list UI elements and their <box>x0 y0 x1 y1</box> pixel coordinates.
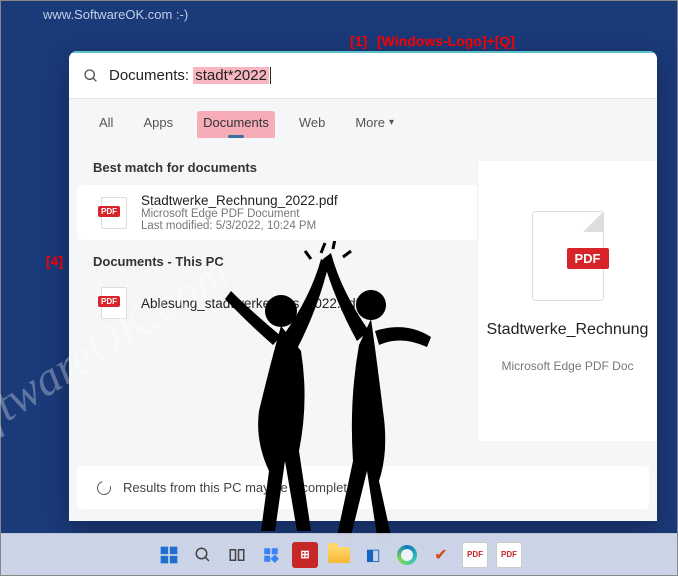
tab-documents[interactable]: Documents <box>197 111 275 138</box>
start-button[interactable] <box>156 542 182 568</box>
tab-all[interactable]: All <box>93 111 119 138</box>
pdf-file-icon <box>101 287 127 319</box>
file-explorer-icon[interactable] <box>326 542 352 568</box>
taskbar-search-icon[interactable] <box>190 542 216 568</box>
app-icon[interactable]: ◧ <box>360 542 386 568</box>
search-input[interactable]: Documents: stadt*2022 <box>109 67 271 85</box>
result-modified: Last modified: 5/3/2022, 10:24 PM <box>141 220 338 232</box>
annotation-4: [4] <box>46 253 63 269</box>
pdf-preview-icon: PDF <box>532 211 604 301</box>
search-tabs: All Apps Documents Web More▾ <box>69 99 657 146</box>
chevron-down-icon: ▾ <box>389 117 394 128</box>
annotation-1: [1] [Windows-Logo]+[Q] <box>350 33 515 49</box>
pdf-file-icon <box>101 197 127 229</box>
refresh-icon <box>94 478 113 497</box>
app-icon[interactable]: ✔ <box>428 542 454 568</box>
watermark-url: www.SoftwareOK.com :-) <box>43 7 188 22</box>
tab-web[interactable]: Web <box>293 111 332 138</box>
result-title: Stadtwerke_Rechnung_2022.pdf <box>141 193 338 208</box>
pdf-app-icon[interactable]: PDF <box>462 542 488 568</box>
edge-browser-icon[interactable] <box>394 542 420 568</box>
pdf-app-icon[interactable]: PDF <box>496 542 522 568</box>
results-incomplete-notice[interactable]: Results from this PC may be incomplete <box>77 466 649 509</box>
preview-title: Stadtwerke_Rechnung <box>487 321 649 339</box>
preview-subtitle: Microsoft Edge PDF Doc <box>501 359 633 373</box>
taskbar: ⊞ ◧ ✔ PDF PDF <box>1 533 677 575</box>
windows-search-panel: Documents: stadt*2022 All Apps Documents… <box>69 51 657 521</box>
result-title: Ablesung_stadtwerke_gas_2022.pdf <box>141 296 359 311</box>
result-type: Microsoft Edge PDF Document <box>141 208 338 220</box>
search-bar[interactable]: Documents: stadt*2022 <box>69 51 657 99</box>
search-icon <box>83 68 99 84</box>
task-view-icon[interactable] <box>224 542 250 568</box>
app-icon[interactable]: ⊞ <box>292 542 318 568</box>
widgets-icon[interactable] <box>258 542 284 568</box>
pdf-badge: PDF <box>567 248 609 269</box>
preview-pane: PDF Stadtwerke_Rechnung Microsoft Edge P… <box>477 161 657 441</box>
tab-more[interactable]: More▾ <box>349 111 400 138</box>
tab-apps[interactable]: Apps <box>137 111 179 138</box>
